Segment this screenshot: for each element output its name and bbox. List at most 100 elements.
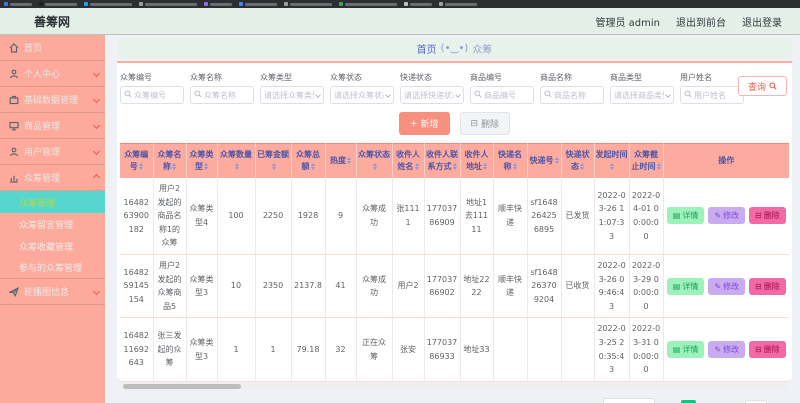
sidebar-item-personal-center[interactable]: 个人中心 [0,61,105,87]
delete-button[interactable]: ⊟ 删除 [459,112,511,135]
col-header[interactable]: 众筹数量 [217,143,256,178]
horizontal-scrollbar[interactable] [121,382,788,390]
table-row[interactable]: 1648211692643 张三发起的众筹 众筹类型3 1 1 79.18 32 正在众筹 张安… [120,317,789,382]
document-icon: ▤ [672,211,681,221]
breadcrumb-separator: (•‿•) [440,42,469,54]
col-header[interactable]: 众筹名称 [153,143,187,178]
col-header[interactable]: 众筹状态 [356,143,393,178]
goods-name-input[interactable] [554,90,600,100]
sort-icon[interactable] [234,162,239,171]
sidebar-item-home[interactable]: 首页 [0,35,105,61]
search-icon [124,90,132,100]
sort-icon[interactable] [554,156,559,165]
exit-to-front-link[interactable]: 退出到前台 [676,14,726,29]
sort-icon[interactable] [512,162,517,171]
detail-button[interactable]: ▤ 详情 [666,341,705,359]
search-button[interactable]: 查询 [737,76,787,96]
sort-icon[interactable] [656,162,661,171]
add-button[interactable]: + 新增 [398,112,450,135]
goods-type-select[interactable]: 请选择商品类型 [610,86,674,104]
sidebar: 首页 个人中心 基础数据管理 商品管理 用户管理 众筹管理 众筹管理 众筹留言管… [0,35,105,403]
sidebar-subitem-crowdfunding-message[interactable]: 众筹留言管理 [0,213,105,235]
edit-button[interactable]: ✎ 修改 [708,207,746,225]
sort-icon[interactable] [138,162,143,171]
bookmark-item[interactable] [339,2,397,6]
bookmark-item[interactable] [204,2,232,6]
chevron-down-icon [315,92,321,98]
monitor-icon [9,121,19,131]
sidebar-item-users[interactable]: 用户管理 [0,139,105,165]
col-header[interactable]: 众筹截止时间 [629,143,664,178]
bookmark-item[interactable] [139,2,197,6]
sidebar-item-base-data[interactable]: 基础数据管理 [0,87,105,113]
col-header[interactable]: 快递号 [527,143,562,178]
bookmark-item[interactable] [439,2,477,6]
col-header[interactable]: 收件人地址 [460,143,494,178]
col-header[interactable]: 已筹金额 [255,143,292,178]
goods-id-input[interactable] [484,90,530,100]
bookmark-item[interactable] [4,2,32,6]
sort-icon[interactable] [483,162,487,171]
breadcrumb-current: 众筹 [472,44,493,56]
bookmark-item[interactable] [84,2,132,6]
document-icon: ▤ [672,281,681,291]
crowdfunding-name-input[interactable] [204,90,250,100]
col-header[interactable]: 收件人姓名 [392,143,425,178]
sidebar-subitem-crowdfunding-manage[interactable]: 众筹管理 [0,191,105,213]
sort-icon[interactable] [372,162,377,171]
bookmark-item[interactable] [284,2,332,6]
app-header: 善筹网 管理员 admin 退出到前台 退出登录 [0,8,800,35]
chevron-down-icon [665,92,671,98]
col-header[interactable]: 众筹类型 [186,143,218,178]
col-header[interactable]: 热度 [325,143,357,178]
remove-button[interactable]: ⊟ 删除 [749,277,786,295]
sidebar-item-crowdfunding[interactable]: 众筹管理 [0,165,105,191]
remove-button[interactable]: ⊟ 删除 [749,207,786,225]
col-header[interactable]: 快递状态 [561,143,595,178]
col-header[interactable]: 收件人联系方式 [424,143,461,178]
col-header[interactable]: 快递名称 [493,143,528,178]
logout-link[interactable]: 退出登录 [742,14,782,29]
sort-icon[interactable] [580,162,584,171]
detail-button[interactable]: ▤ 详情 [666,207,705,225]
sidebar-subitem-crowdfunding-joined[interactable]: 参与的众筹管理 [0,257,105,279]
scrollbar-handle[interactable] [123,383,241,389]
search-icon [194,90,202,100]
table-row[interactable]: 1648263900182 用户2发起的商品名称1的众筹 众筹类型4 100 2250 1… [120,178,789,255]
breadcrumb-home-link[interactable]: 首页 [417,41,437,56]
sidebar-item-carousel[interactable]: 轮播图信息 [0,279,105,305]
page-size-select[interactable]: 10条/页 [602,397,656,403]
col-header[interactable]: 众筹总额 [291,143,326,178]
bookmark-item[interactable] [404,2,432,6]
pencil-icon: ✎ [714,345,722,355]
sidebar-subitem-crowdfunding-favorite[interactable]: 众筹收藏管理 [0,235,105,257]
sidebar-item-goods[interactable]: 商品管理 [0,113,105,139]
crowdfunding-id-input[interactable] [134,90,180,100]
crowdfunding-type-select[interactable]: 请选择众筹类型 [260,86,324,104]
bookmark-favicon-icon [284,2,288,6]
detail-button[interactable]: ▤ 详情 [666,277,705,295]
remove-button[interactable]: ⊟ 删除 [749,341,786,359]
col-header[interactable]: 众筹编号 [120,143,154,178]
express-status-select[interactable]: 请选择快递状态 [400,86,464,104]
sort-icon[interactable] [172,162,176,171]
sort-icon[interactable] [452,162,457,171]
sort-icon[interactable] [610,162,614,171]
briefcase-icon [9,95,19,105]
filter-label: 众筹名称 [190,73,222,82]
sort-icon[interactable] [271,162,276,171]
sort-icon[interactable] [204,162,208,171]
bookmark-item[interactable] [39,2,77,6]
crowdfunding-status-select[interactable]: 请选择众筹状态 [330,86,394,104]
sort-icon[interactable] [414,162,419,171]
sort-icon[interactable] [347,156,351,165]
bookmark-item[interactable] [239,2,277,6]
table-row[interactable]: 1648259145154 用户2发起的众筹商品5 众筹类型3 10 2350 2137.… [120,254,789,319]
edit-button[interactable]: ✎ 修改 [708,277,746,295]
edit-button[interactable]: ✎ 修改 [708,341,746,359]
col-header[interactable]: 发起时间 [594,143,630,178]
col-header-actions: 操作 [663,143,789,178]
user-name-input[interactable] [694,90,740,100]
filter-label: 众筹编号 [120,73,152,82]
sort-icon[interactable] [310,162,315,171]
